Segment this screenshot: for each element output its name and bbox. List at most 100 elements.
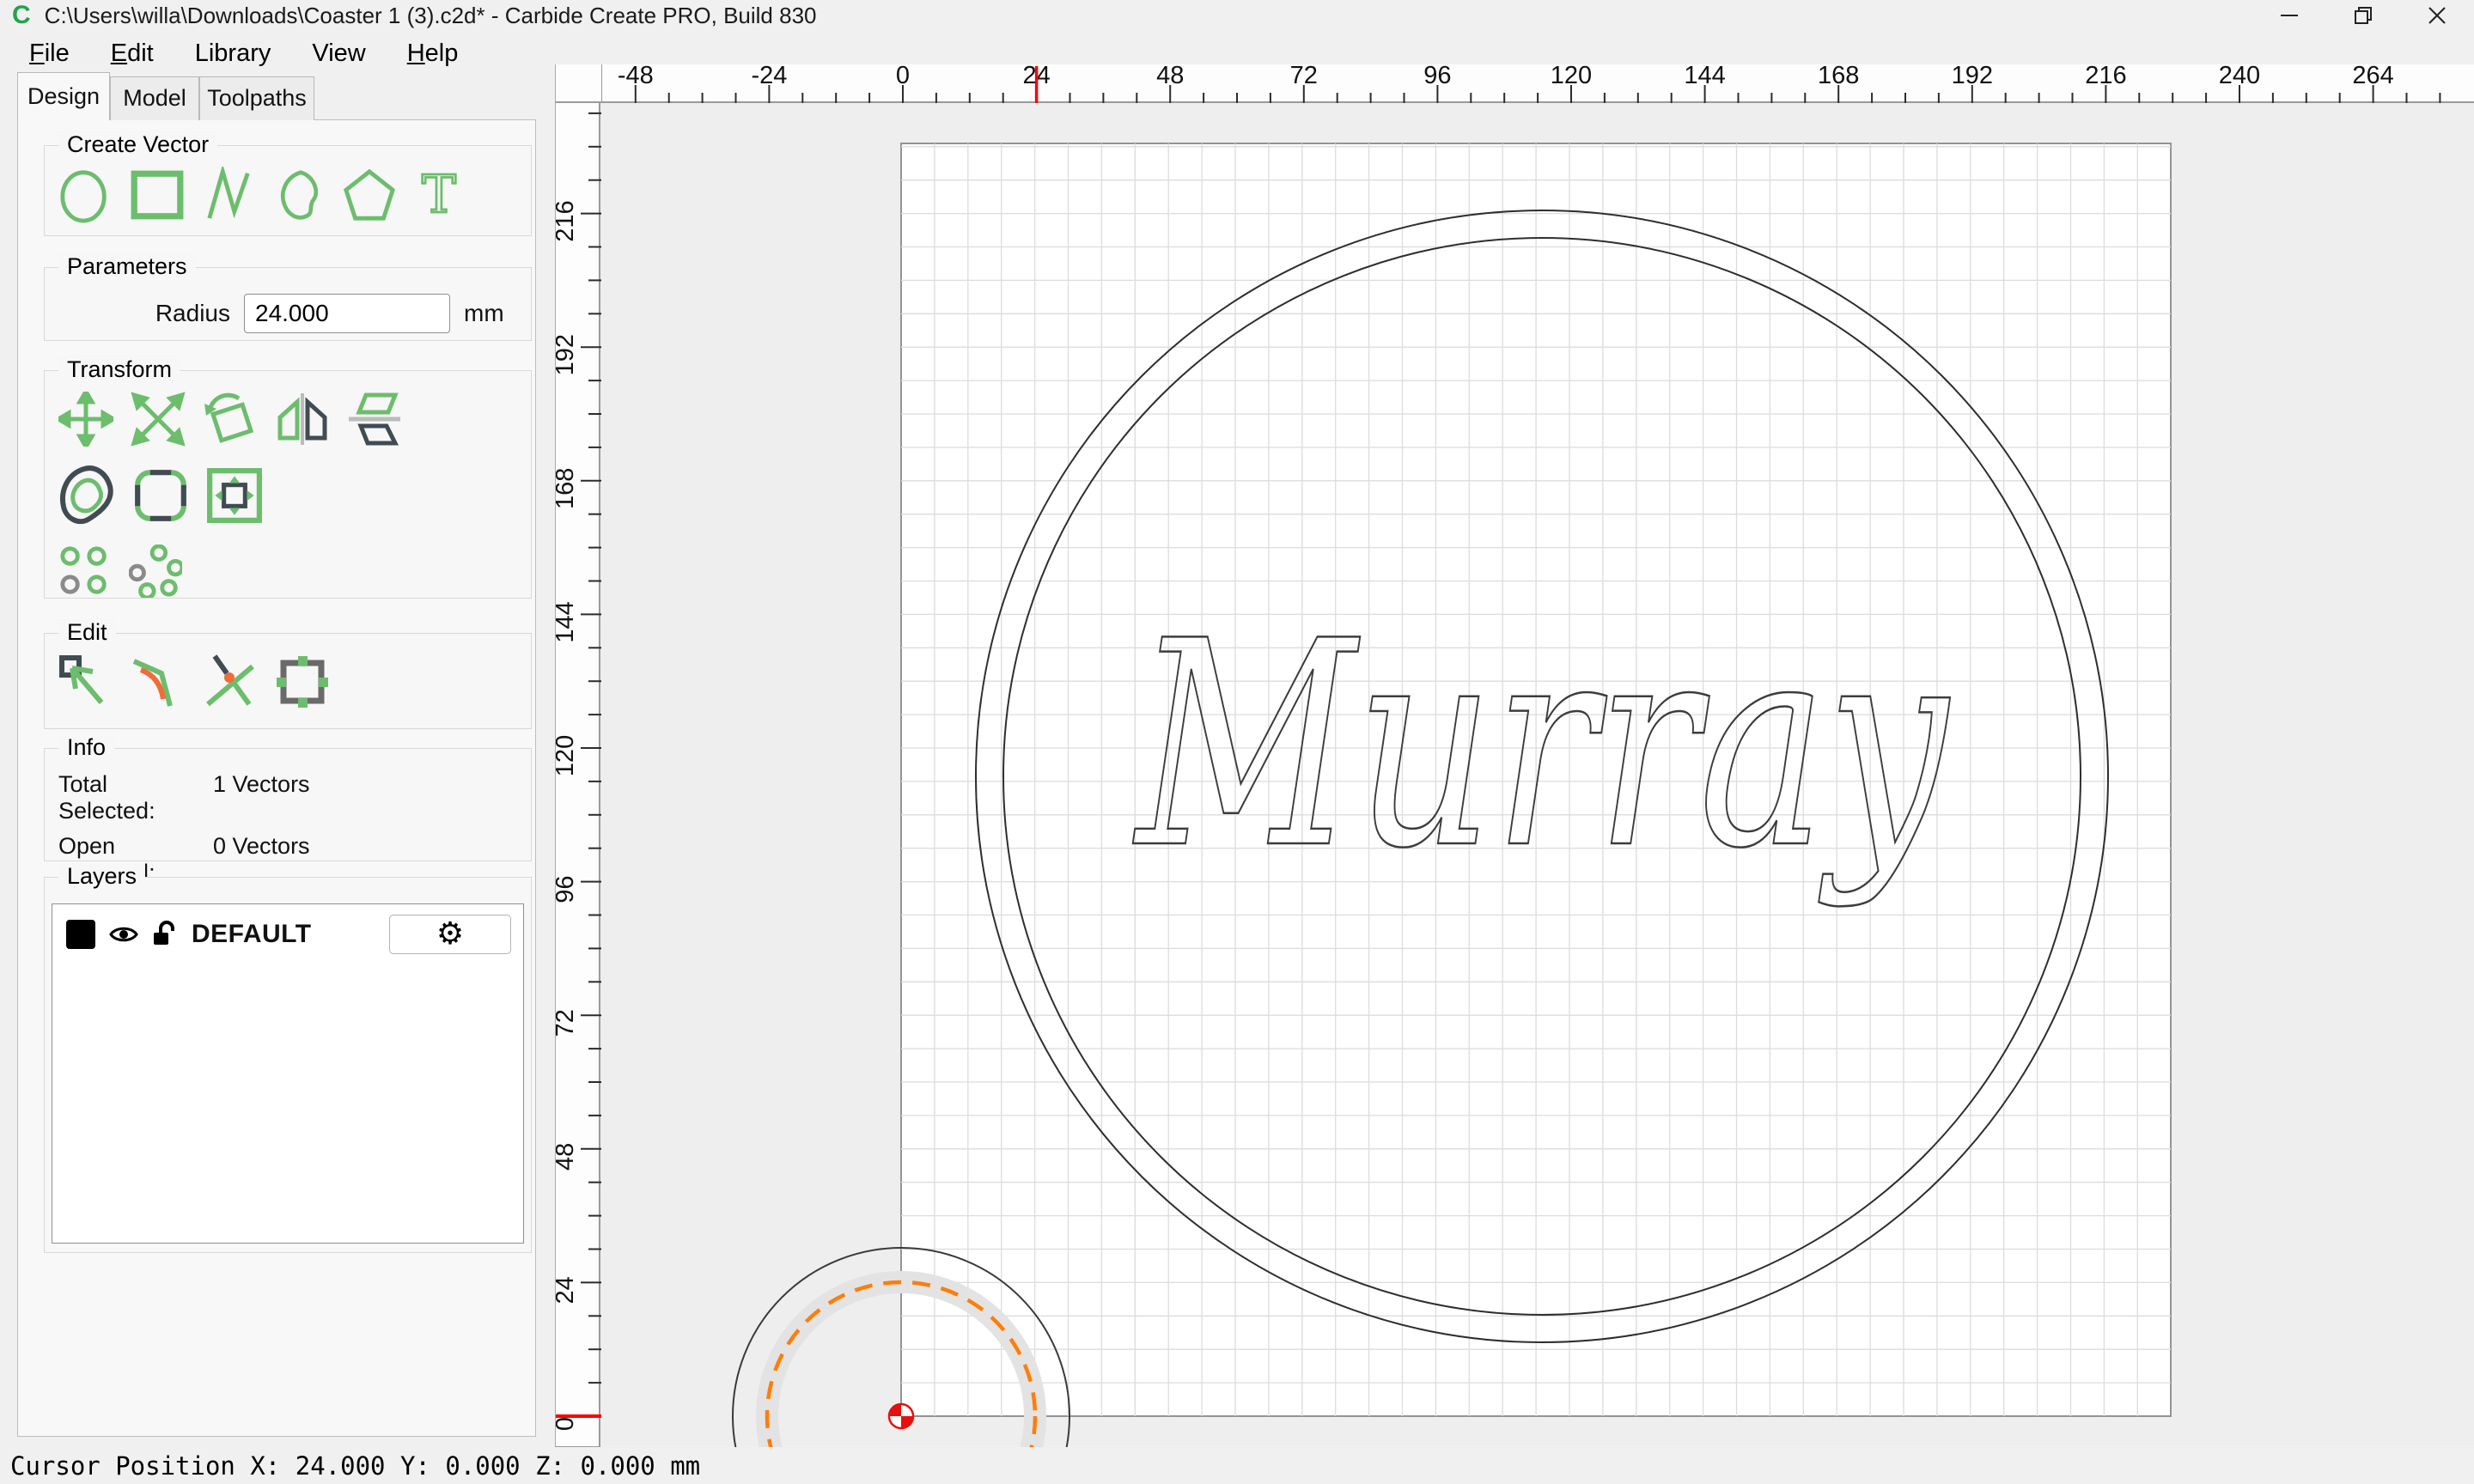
curve-icon [280, 170, 319, 220]
svg-text:120: 120 [1551, 64, 1592, 89]
cursor-position-readout: Cursor Position X: 24.000 Y: 0.000 Z: 0.… [10, 1451, 701, 1481]
trim-to-size-tool[interactable] [206, 465, 263, 526]
edit-group: Edit [44, 619, 532, 729]
canvas-svg[interactable]: Murray [601, 103, 2474, 1447]
layer-color-swatch[interactable] [66, 920, 95, 949]
title-bar: C C:\Users\willa\Downloads\Coaster 1 (3)… [0, 0, 2474, 31]
node-edit-icon [59, 655, 104, 704]
svg-text:0: 0 [556, 1417, 579, 1431]
svg-text:120: 120 [556, 735, 579, 776]
layer-settings-button[interactable]: ⚙ [389, 915, 511, 954]
svg-text:216: 216 [556, 200, 579, 241]
align-tool[interactable] [347, 392, 402, 447]
layers-group: Layers DEFAULT ⚙ [44, 863, 532, 1253]
layer-visible-eye-icon[interactable] [109, 924, 138, 945]
svg-text:192: 192 [1952, 64, 1993, 89]
info-value: 1 Vectors [213, 771, 310, 797]
minimize-button[interactable] [2252, 0, 2326, 31]
create-vector-group: Create Vector T [44, 131, 532, 236]
tab-model[interactable]: Model [110, 76, 199, 120]
menu-edit[interactable]: Edit [90, 34, 174, 73]
trim-to-size-icon [207, 468, 262, 523]
svg-text:24: 24 [556, 1276, 579, 1304]
left-ruler-scale: 0 24 48 72 96 120 144 168 192 216 [551, 112, 601, 1431]
svg-text:168: 168 [556, 468, 579, 509]
parameters-title: Parameters [58, 253, 196, 280]
left-ruler: 0 24 48 72 96 120 144 168 192 216 [551, 103, 601, 1447]
layer-name: DEFAULT [192, 920, 312, 948]
edit-title: Edit [58, 619, 116, 646]
polyline-tool[interactable] [203, 167, 256, 223]
text-icon: T [421, 167, 458, 223]
fillet-tool[interactable] [131, 654, 186, 709]
menu-library[interactable]: Library [174, 34, 292, 73]
menu-view[interactable]: View [291, 34, 386, 73]
layer-row[interactable]: DEFAULT ⚙ [52, 904, 523, 954]
circle-tool[interactable] [58, 167, 112, 223]
circular-array-tool[interactable] [129, 544, 182, 598]
trim-vectors-tool[interactable] [203, 654, 258, 709]
mirror-tool[interactable] [275, 392, 330, 447]
tab-toolpaths[interactable]: Toolpaths [199, 76, 314, 120]
design-canvas[interactable]: Murray [601, 103, 2474, 1447]
layer-unlocked-icon[interactable] [152, 921, 178, 948]
window-controls [2252, 0, 2474, 31]
origin-marker [887, 1402, 915, 1430]
round-corners-icon [135, 470, 186, 521]
trim-vectors-icon [206, 654, 254, 707]
tab-strip: Design Model Toolpaths [17, 72, 314, 120]
resize-tool[interactable] [275, 654, 330, 709]
scale-tool[interactable] [131, 392, 186, 447]
window-title: C:\Users\willa\Downloads\Coaster 1 (3).c… [44, 2, 817, 28]
move-icon [58, 392, 113, 447]
round-corners-tool[interactable] [132, 465, 189, 526]
offset-icon [60, 465, 113, 525]
info-row: Total Selected: 1 Vectors [58, 771, 531, 824]
curve-tool[interactable] [273, 167, 325, 223]
svg-text:0: 0 [896, 64, 910, 89]
close-button[interactable] [2400, 0, 2474, 31]
linear-array-tool[interactable] [58, 544, 112, 598]
svg-text:72: 72 [556, 1009, 579, 1037]
info-label: Total Selected: [58, 771, 155, 824]
info-group: Info Total Selected:1 VectorsOpen Select… [44, 734, 532, 947]
svg-text:144: 144 [556, 601, 579, 642]
rectangle-icon [131, 170, 184, 220]
svg-text:96: 96 [556, 875, 579, 903]
svg-text:-24: -24 [751, 64, 787, 89]
svg-text:168: 168 [1818, 64, 1859, 89]
transform-title: Transform [58, 356, 181, 383]
fillet-icon [132, 659, 173, 707]
layer-list[interactable]: DEFAULT ⚙ [52, 903, 524, 1244]
linear-array-icon [60, 546, 107, 594]
radius-input[interactable] [244, 294, 450, 333]
rotate-tool[interactable] [203, 392, 258, 447]
parameters-group: Parameters Radius mm [44, 253, 532, 341]
node-edit-tool[interactable] [58, 654, 113, 709]
menu-file[interactable]: File [9, 34, 90, 73]
rectangle-tool[interactable] [129, 167, 186, 223]
svg-text:144: 144 [1684, 64, 1725, 89]
create-vector-title: Create Vector [58, 131, 218, 158]
mirror-icon [277, 393, 327, 445]
radius-unit-label: mm [464, 300, 504, 326]
svg-text:264: 264 [2352, 64, 2393, 89]
text-tool[interactable]: T [414, 167, 464, 223]
polygon-tool[interactable] [342, 167, 397, 223]
design-text-vector[interactable]: Murray [1131, 580, 1952, 912]
move-tool[interactable] [58, 392, 113, 447]
polygon-icon [343, 168, 396, 221]
svg-text:48: 48 [556, 1143, 579, 1171]
menu-help[interactable]: Help [387, 34, 479, 73]
polyline-icon [207, 167, 250, 219]
design-panel: Create Vector T Parameters Radius 24.000… [17, 119, 536, 1437]
top-ruler: -48 -24 0 24 48 72 96 120 144 168 192 216 240 264 [555, 62, 2474, 103]
tab-design[interactable]: Design [17, 72, 110, 120]
app-logo-icon: C [12, 1, 31, 29]
offset-tool[interactable] [58, 465, 115, 526]
status-bar: Cursor Position X: 24.000 Y: 0.000 Z: 0.… [0, 1447, 2474, 1484]
layers-title: Layers [58, 863, 146, 890]
maximize-restore-button[interactable] [2326, 0, 2400, 31]
info-title: Info [58, 734, 115, 761]
svg-text:192: 192 [556, 334, 579, 375]
